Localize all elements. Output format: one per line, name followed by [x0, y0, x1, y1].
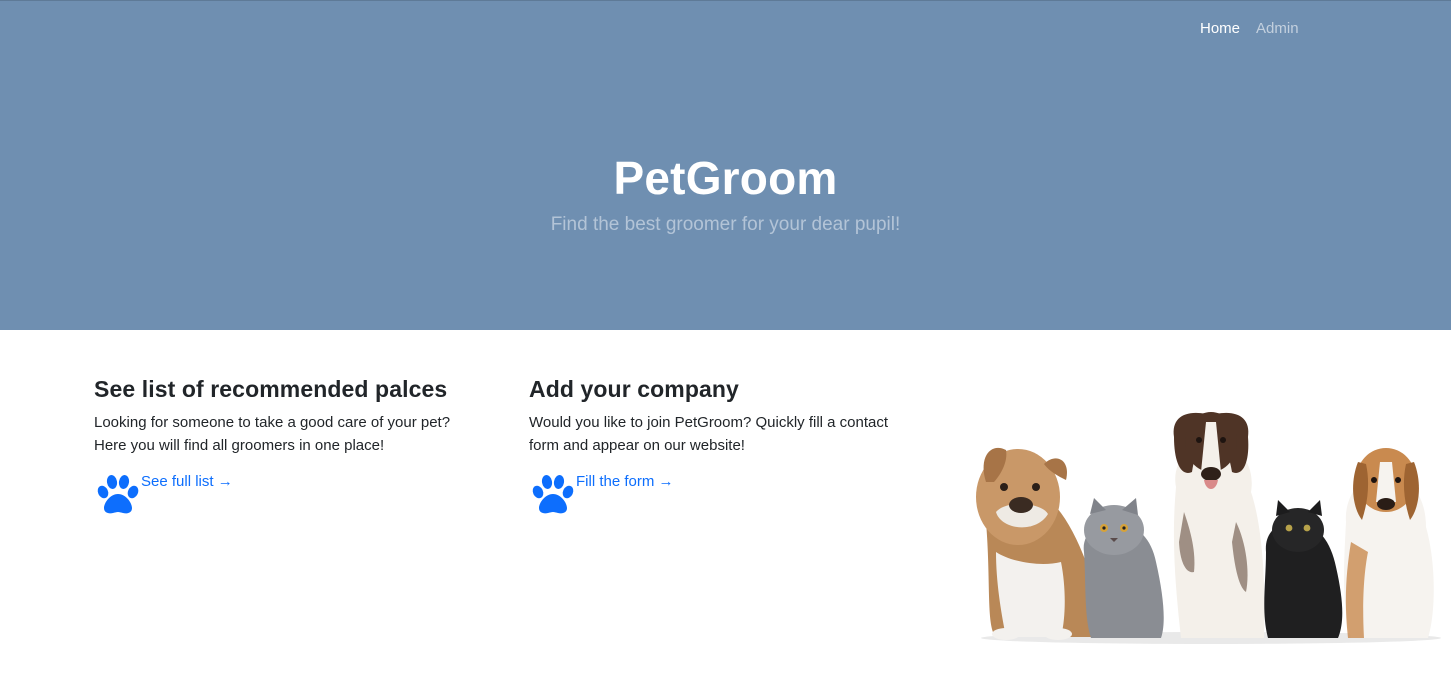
hero-banner: Home Admin PetGroom Find the best groome… — [0, 0, 1451, 330]
bulldog-image — [976, 447, 1102, 640]
spaniel-image — [1173, 412, 1265, 638]
nav-admin-link[interactable]: Admin — [1256, 20, 1299, 37]
card-link-row: See full list → — [94, 471, 484, 517]
fill-the-form-link[interactable]: Fill the form → — [576, 473, 674, 490]
card-heading: Add your company — [529, 376, 739, 402]
card-text: Looking for someone to take a good care … — [94, 414, 451, 454]
beagle-image — [1343, 448, 1434, 638]
top-nav: Home Admin — [1200, 20, 1299, 37]
paw-icon — [532, 475, 574, 514]
card-heading: See list of recommended palces — [94, 376, 448, 402]
card-link-row: Fill the form → — [529, 471, 919, 517]
recommended-places-card: See list of recommended palces Looking f… — [94, 376, 484, 517]
nav-home-link[interactable]: Home — [1200, 20, 1240, 37]
black-cat-image — [1264, 500, 1343, 638]
pets-photo — [976, 412, 1441, 644]
see-full-list-link[interactable]: See full list → — [141, 473, 233, 490]
grey-cat-image — [1083, 498, 1164, 638]
hero-subtitle: Find the best groomer for your dear pupi… — [550, 214, 901, 235]
paw-icon — [97, 475, 139, 514]
add-company-card: Add your company Would you like to join … — [529, 376, 919, 517]
page-title: PetGroom — [613, 152, 838, 204]
card-text: Would you like to join PetGroom? Quickly… — [529, 414, 889, 454]
